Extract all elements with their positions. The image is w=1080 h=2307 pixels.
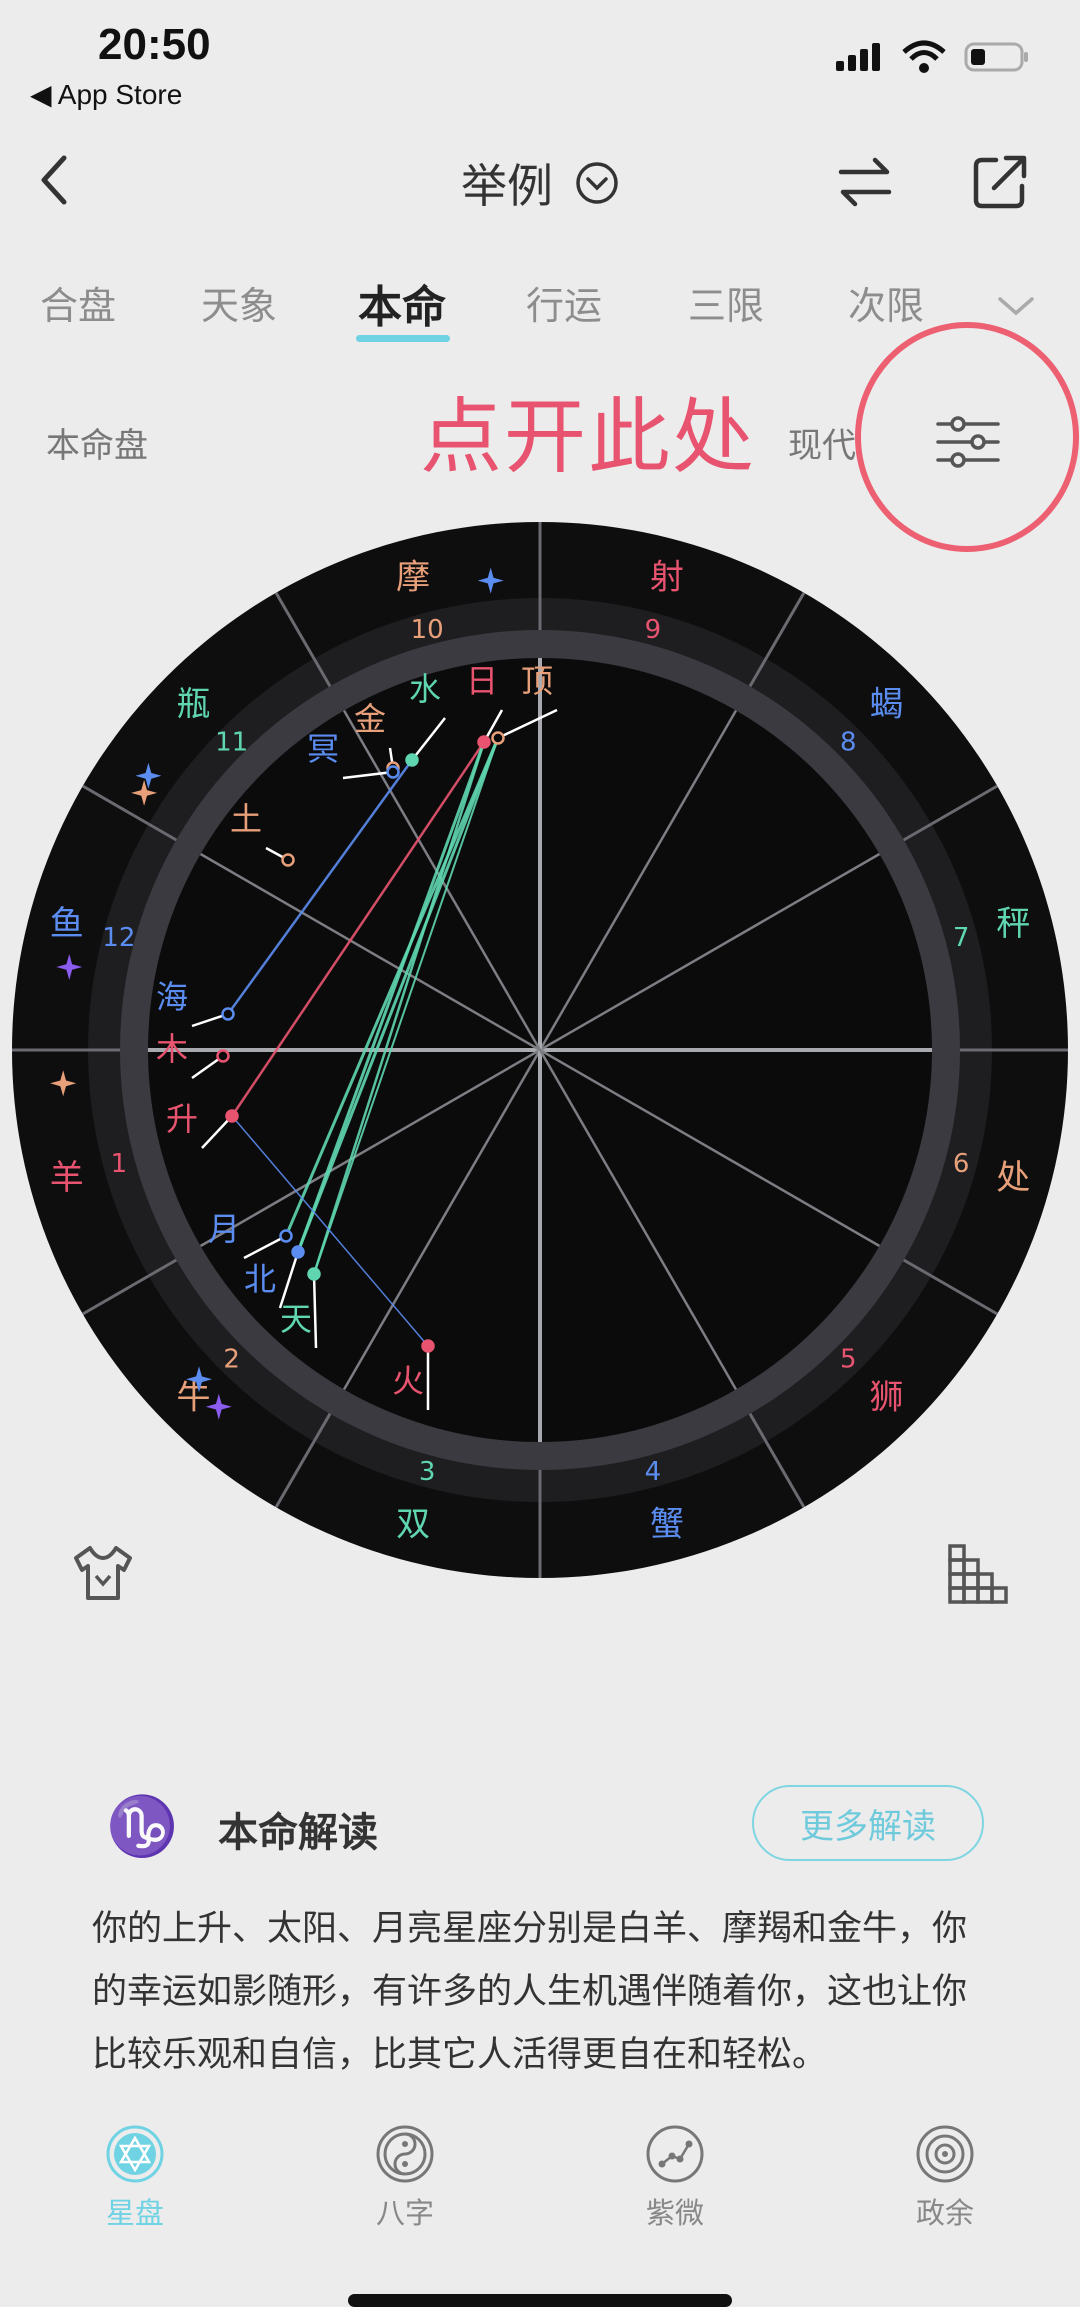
zodiac-sign-label: 双 [396,1504,430,1544]
capricorn-icon: ♑ [106,1792,179,1860]
more-reading-button[interactable]: 更多解读 [752,1785,984,1861]
tab-xingyun[interactable]: 行运 [526,275,602,330]
nav-label: 八字 [375,2196,434,2230]
home-indicator [348,2294,732,2307]
planet-dot [307,1267,321,1281]
zodiac-sign-label: 牛 [177,1377,211,1417]
zodiac-sign-label: 狮 [869,1377,903,1417]
planet-dot [279,1229,293,1243]
reading-body: 你的上升、太阳、月亮星座分别是白羊、摩羯和金牛，你的幸运如影随形，有许多的人生机… [92,1909,968,2075]
reading-title: 本命解读 [218,1810,378,1856]
nav-item-bazi[interactable]: 八字 [325,2110,485,2232]
planet-label: 水 [409,670,441,708]
bottom-nav: 星盘 八字 紫微 政余 [0,2110,1080,2260]
planet-dot [421,1339,435,1353]
header-title-area: 举例 [0,150,1080,216]
planet-label: 月 [208,1210,240,1248]
status-icons [834,40,1030,74]
planet-label: 金 [354,700,386,738]
planet-label: 土 [230,800,262,838]
house-number-label: 4 [645,1457,662,1487]
zodiac-sign-label: 蟹 [650,1504,684,1544]
planet-dot [225,1109,239,1123]
wifi-icon [902,40,946,73]
planet-dot [491,731,505,745]
tab-cixian[interactable]: 次限 [848,275,924,330]
house-number-label: 5 [840,1344,857,1374]
battery-icon [964,42,1028,72]
chevron-down-circle-icon[interactable] [575,161,619,205]
planet-label: 升 [166,1100,198,1138]
house-number-label: 7 [953,923,970,953]
house-number-label: 9 [645,615,662,645]
house-number-label: 8 [840,728,857,758]
annotation-text: 点开此处 [420,390,757,485]
signal-icon [836,43,880,71]
planet-dot [221,1007,235,1021]
chart-mode-label[interactable]: 现代 [788,418,856,467]
active-tab-indicator [356,335,450,342]
tab-tianxiang[interactable]: 天象 [201,275,277,330]
tab-hepan[interactable]: 合盘 [40,275,116,330]
zodiac-sign-label: 秤 [996,904,1030,944]
house-number-label: 12 [102,923,135,953]
annotation-circle [855,322,1079,552]
planet-dot [405,753,419,767]
house-number-label: 11 [215,728,248,758]
planet-dot [477,735,491,749]
house-number-label: 1 [111,1149,128,1179]
planet-dot [281,853,295,867]
dial-icon [916,2125,974,2183]
status-time: 20:50 [98,20,211,69]
tab-benming[interactable]: 本命 [358,271,446,335]
chart-type-label: 本命盘 [46,426,148,466]
planet-dot [291,1245,305,1259]
planet-dot [216,1049,230,1063]
planet-label: 木 [156,1030,188,1068]
planet-label: 海 [156,978,188,1016]
share-icon[interactable] [970,152,1030,212]
zodiac-sign-label: 瓶 [177,685,211,725]
natal-chart-wheel[interactable]: 摩 射蝎秤处狮蟹 双 牛 羊 鱼 瓶 10 9 8 7 6 5 4 3 2 1 12 11 顶日水金冥土海木升月北… [10,520,1070,1580]
zodiac-sign-label: 摩 [396,558,430,598]
house-number-label: 6 [953,1149,970,1179]
zodiac-sign-label: 射 [650,558,684,598]
house-number-label: 10 [411,615,444,645]
swap-icon[interactable] [835,152,895,212]
zodiac-sign-label: 鱼 [50,904,84,944]
nav-item-xingpan[interactable]: 星盘 [55,2110,215,2232]
yin-yang-icon [376,2125,434,2183]
planet-label: 日 [466,662,498,700]
shirt-icon[interactable] [70,1540,136,1606]
planet-label: 天 [280,1300,312,1338]
nav-item-zhengyu[interactable]: 政余 [865,2110,1025,2232]
zodiac-sign-label: 羊 [50,1158,84,1198]
planet-label: 顶 [521,662,553,700]
tabs-expand-chevron-icon[interactable] [996,293,1036,319]
zodiac-sign-label: 处 [996,1158,1030,1198]
stairs-grid-icon[interactable] [944,1540,1010,1606]
back-to-app-store[interactable]: ◀ App Store [30,78,182,111]
page-title[interactable]: 举例 [461,150,553,216]
house-number-label: 3 [419,1457,436,1487]
nav-item-ziwei[interactable]: 紫微 [595,2110,755,2232]
planet-label: 火 [392,1362,424,1400]
house-number-label: 2 [223,1344,240,1374]
planet-dot [386,765,400,779]
tab-sanxian[interactable]: 三限 [688,275,764,330]
planet-label: 北 [244,1260,276,1298]
constellation-icon [646,2125,704,2183]
star-of-david-icon [106,2125,164,2183]
nav-label: 星盘 [105,2196,164,2230]
nav-label: 紫微 [645,2196,704,2230]
planet-label: 冥 [307,730,339,768]
nav-label: 政余 [915,2196,974,2230]
zodiac-sign-label: 蝎 [869,685,903,725]
